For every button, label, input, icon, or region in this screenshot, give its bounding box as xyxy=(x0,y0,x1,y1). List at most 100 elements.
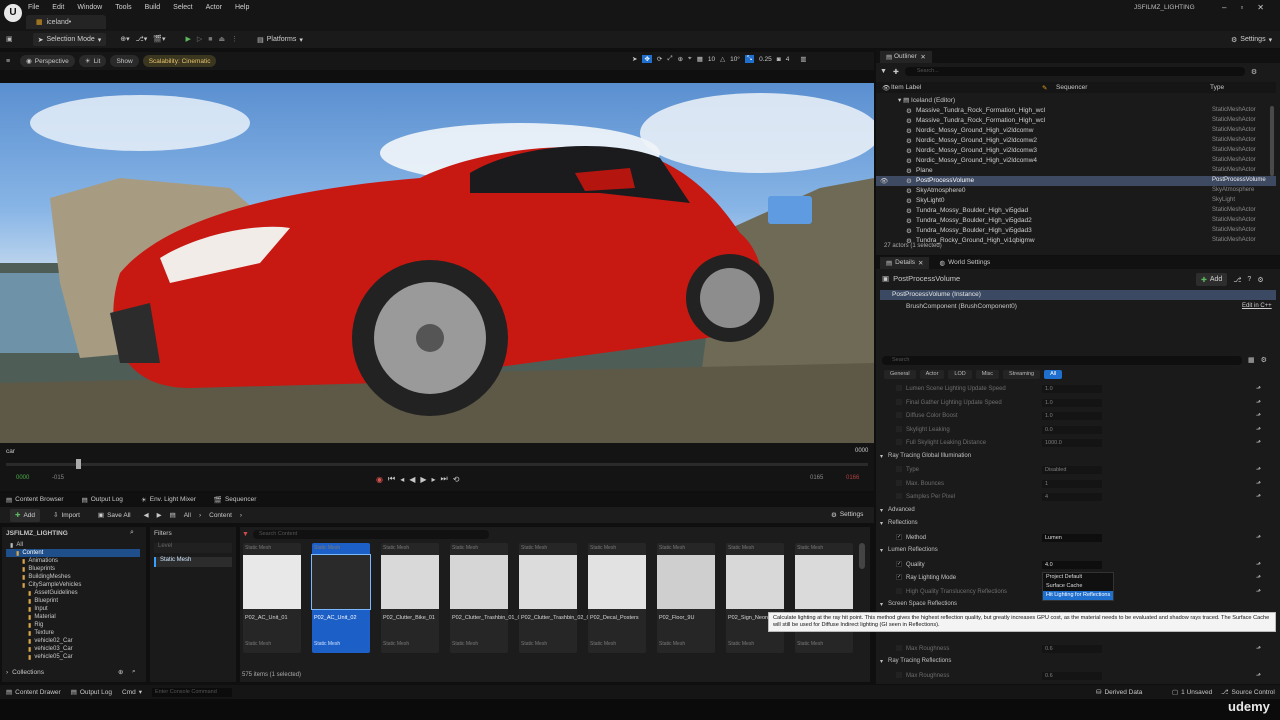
rot-snap-icon[interactable]: △ xyxy=(720,55,725,63)
pin-icon[interactable]: ⬏ xyxy=(1256,385,1261,392)
folder-item[interactable]: ▮ Animations xyxy=(6,557,140,565)
save-all-button[interactable]: ▣ Save All xyxy=(93,509,136,522)
content-search-input[interactable]: Search Content xyxy=(252,529,489,539)
tab-output-log[interactable]: ▤ Output Log xyxy=(82,496,123,504)
grid-snap-icon[interactable]: ▦ xyxy=(697,55,703,63)
menu-actor[interactable]: Actor xyxy=(206,4,222,11)
settings-icon[interactable]: ⚙ xyxy=(1251,68,1257,76)
rotate-tool-icon[interactable]: ⟳ xyxy=(657,55,662,63)
reverse-play-icon[interactable]: ◀ xyxy=(409,475,415,484)
filter-lod[interactable]: LOD xyxy=(948,370,972,379)
details-search-input[interactable]: Search xyxy=(882,356,1242,365)
play-options-icon[interactable]: ⋮ xyxy=(231,36,238,43)
checkbox[interactable] xyxy=(896,587,902,594)
help-icon[interactable]: ? xyxy=(1247,276,1251,283)
minimize-icon[interactable]: – xyxy=(1222,3,1226,12)
search-icon[interactable]: ⌕ xyxy=(130,529,134,537)
world-space-icon[interactable]: ⊕ xyxy=(678,55,683,63)
outliner-row[interactable]: ⚙ Tundra_Mossy_Boulder_High_vi5gdad Static… xyxy=(876,206,1276,216)
surface-snap-icon[interactable]: ⌖ xyxy=(688,55,692,63)
folder-item[interactable]: ▮ Input xyxy=(6,605,140,613)
outliner-row[interactable]: ⚙ SkyLight0 SkyLight xyxy=(876,196,1276,206)
folder-item[interactable]: ▮ Blueprints xyxy=(6,565,140,573)
menu-build[interactable]: Build xyxy=(145,4,161,11)
checkbox[interactable] xyxy=(896,398,902,405)
cmd-button[interactable]: Cmd ▾ xyxy=(122,688,142,697)
property-section[interactable]: ▾ Reflections xyxy=(876,518,1276,530)
maximize-icon[interactable]: ▫ xyxy=(1240,3,1243,12)
tab-sequencer[interactable]: 🎬 Sequencer xyxy=(214,496,257,504)
dropdown-option[interactable]: Surface Cache xyxy=(1043,582,1113,591)
play-forward-icon[interactable]: ▶ xyxy=(420,475,426,484)
asset-tile[interactable]: Static Mesh P02_Decal_Posters Static Mesh xyxy=(588,543,646,653)
folder-item[interactable]: ▮ Rig xyxy=(6,621,140,629)
component-instance[interactable]: PostProcessVolume (Instance) xyxy=(880,290,1276,300)
menu-edit[interactable]: Edit xyxy=(52,4,64,11)
checkbox[interactable] xyxy=(896,479,902,486)
checkbox[interactable] xyxy=(896,466,902,472)
viewport-menu-icon[interactable]: ≡ xyxy=(6,58,10,65)
unsaved-button[interactable]: ▢ 1 Unsaved xyxy=(1172,688,1212,697)
pin-icon[interactable]: ⬏ xyxy=(1256,588,1261,595)
play-icon[interactable]: ▶ xyxy=(186,36,191,43)
cinematics-icon[interactable]: 🎬▾ xyxy=(153,36,165,43)
folder-item[interactable]: ▮ All xyxy=(6,541,140,549)
platforms-button[interactable]: ▤ Platforms ▾ xyxy=(252,33,308,46)
outliner-search-input[interactable]: Search... xyxy=(904,67,1245,76)
pin-icon[interactable]: ⬏ xyxy=(1256,426,1261,433)
search-icon[interactable]: ⌕ xyxy=(132,668,136,676)
level-viewport[interactable] xyxy=(0,83,874,443)
output-log-button[interactable]: ▤ Output Log xyxy=(71,688,112,697)
property-section[interactable]: ▾ Advanced xyxy=(876,505,1276,517)
table-view-icon[interactable]: ▦ xyxy=(1248,356,1255,364)
rot-snap-value[interactable]: 10° xyxy=(730,56,740,63)
close-icon[interactable]: ✕ xyxy=(1257,3,1264,12)
outliner-row[interactable]: ⚙ Nordic_Mossy_Ground_High_vi2ldcomw2 Stat… xyxy=(876,136,1276,146)
property-value[interactable]: 1 xyxy=(1042,479,1102,488)
tab-details[interactable]: ▤ Details ✕ xyxy=(880,256,930,269)
save-icon[interactable]: ▣ xyxy=(6,36,13,43)
checkbox[interactable] xyxy=(896,425,902,432)
eject-icon[interactable]: ⏏ xyxy=(219,36,226,43)
filter-misc[interactable]: Misc xyxy=(975,370,1000,379)
outliner-row[interactable]: ⚙ Tundra_Mossy_Boulder_High_vi5gdad3 Stati… xyxy=(876,226,1276,236)
menu-window[interactable]: Window xyxy=(77,4,102,11)
breadcrumb-all[interactable]: All xyxy=(184,512,191,519)
add-button[interactable]: ✚ Add xyxy=(10,508,41,522)
filter-level[interactable]: Level xyxy=(154,543,232,553)
folder-item[interactable]: ▮ BuildingMeshes xyxy=(6,573,140,581)
outliner-tab[interactable]: ▤ Outliner ✕ xyxy=(880,50,932,63)
outliner-scrollbar[interactable] xyxy=(1270,106,1274,176)
folder-item[interactable]: ▮ Blueprint xyxy=(6,597,140,605)
property-section[interactable]: ▾ Screen Space Reflections xyxy=(876,599,1276,611)
asset-tile[interactable]: Static Mesh P02_Clutter_Bike_01 Static Mes… xyxy=(381,543,439,653)
property-value[interactable]: 4 xyxy=(1042,493,1102,501)
folder-item[interactable]: ▮ AssetGuidelines xyxy=(6,589,140,597)
tab-world-settings[interactable]: ◍ World Settings xyxy=(939,259,990,267)
tab-content-browser[interactable]: ▤ Content Browser xyxy=(6,496,64,504)
property-value[interactable]: 0.6 xyxy=(1042,671,1102,680)
asset-tile[interactable]: Static Mesh P02_Clutter_Trashbin_02_Open S… xyxy=(519,543,600,653)
grid-snap-value[interactable]: 10 xyxy=(708,56,715,63)
cb-settings-button[interactable]: ⚙ Settings xyxy=(826,508,868,521)
translate-tool-icon[interactable]: ✥ xyxy=(642,55,652,63)
asset-tile[interactable]: Static Mesh P02_AC_Unit_01 Static Mesh xyxy=(243,543,301,653)
eye-icon[interactable]: 👁 xyxy=(880,177,888,185)
property-value[interactable]: 1.0 xyxy=(1042,398,1102,407)
selection-mode-button[interactable]: ➤ Selection Mode ▾ xyxy=(32,33,107,46)
pin-icon[interactable]: ⬏ xyxy=(1256,439,1261,446)
folder-item[interactable]: ▮ Texture xyxy=(6,629,140,637)
skip-end-icon[interactable]: ⏭ xyxy=(441,474,448,484)
folder-item[interactable]: ▮ CitySampleVehicles xyxy=(6,581,140,589)
property-section[interactable]: ▾ Ray Tracing Reflections xyxy=(876,656,1276,668)
pin-icon[interactable]: ⬏ xyxy=(1256,561,1261,568)
menu-select[interactable]: Select xyxy=(173,4,192,11)
checkbox[interactable] xyxy=(896,412,902,418)
col-item-label[interactable]: Item Label xyxy=(891,84,921,91)
scale-tool-icon[interactable]: ⤢ xyxy=(667,55,672,63)
pin-icon[interactable]: ⬏ xyxy=(1256,672,1261,679)
property-value[interactable]: 0.0 xyxy=(1042,425,1102,434)
camera-speed-icon[interactable]: ◙ xyxy=(777,56,781,63)
filter-icon[interactable]: ▼ xyxy=(242,531,249,538)
filter-actor[interactable]: Actor xyxy=(919,370,945,379)
